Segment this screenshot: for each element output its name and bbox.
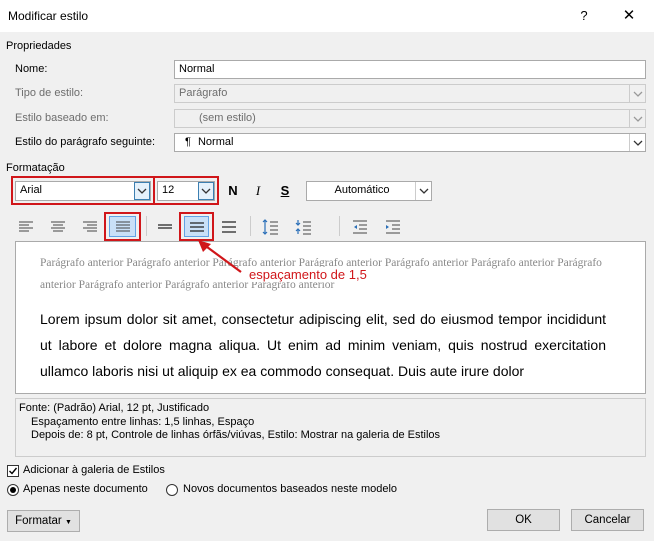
based-on-value: (sem estilo)	[199, 112, 256, 124]
toolbar-divider	[250, 216, 251, 236]
title-bar: Modificar estilo ? ✕	[0, 0, 654, 32]
window-title: Modificar estilo	[8, 9, 89, 23]
style-description: Fonte: (Padrão) Arial, 12 pt, Justificad…	[15, 398, 646, 457]
size-select[interactable]: 12	[157, 181, 215, 201]
only-doc-radio[interactable]	[7, 484, 19, 496]
help-button[interactable]: ?	[572, 5, 596, 27]
description-line-3: Depois de: 8 pt, Controle de linhas órfã…	[31, 429, 441, 441]
toolbar-divider	[339, 216, 340, 236]
size-value: 12	[162, 184, 175, 196]
increase-spacing-icon[interactable]	[260, 217, 280, 237]
add-gallery-checkbox[interactable]	[7, 465, 19, 477]
format-button-label: Formatar	[15, 515, 62, 527]
based-on-label: Estilo baseado em:	[15, 112, 109, 124]
font-color-select[interactable]: Automático	[306, 181, 432, 201]
dropdown-triangle-icon: ▼	[64, 519, 72, 526]
preview-main-text: Lorem ipsum dolor sit amet, consectetur …	[40, 311, 606, 379]
justify-button[interactable]	[109, 216, 136, 237]
ok-button[interactable]: OK	[487, 509, 560, 531]
next-style-value: Normal	[197, 136, 234, 148]
underline-button[interactable]: S	[276, 182, 294, 200]
toolbar-divider	[146, 216, 147, 236]
formatting-section-label: Formatação	[6, 162, 65, 174]
chevron-down-icon	[134, 182, 150, 200]
radio-dot	[10, 487, 16, 493]
single-spacing-icon[interactable]	[155, 217, 175, 237]
based-on-select: (sem estilo)	[174, 109, 646, 128]
spacing-annotation: espaçamento de 1,5	[249, 267, 367, 282]
align-right-icon[interactable]	[80, 217, 100, 237]
style-type-select: Parágrafo	[174, 84, 646, 103]
close-button[interactable]: ✕	[617, 5, 641, 27]
font-value: Arial	[20, 184, 43, 196]
add-gallery-label[interactable]: Adicionar à galeria de Estilos	[23, 464, 165, 476]
align-center-icon[interactable]	[48, 217, 68, 237]
preview-pane: Parágrafo anterior Parágrafo anterior Pa…	[15, 241, 646, 394]
chevron-down-icon	[629, 85, 645, 102]
style-type-value: Parágrafo	[179, 87, 228, 99]
description-line-2: Espaçamento entre linhas: 1,5 linhas, Es…	[31, 415, 255, 428]
double-spacing-icon[interactable]	[219, 217, 239, 237]
format-button[interactable]: Formatar ▼	[7, 510, 80, 532]
align-justify-icon	[116, 221, 130, 232]
one-half-spacing-button[interactable]	[184, 216, 209, 237]
name-label: Nome:	[15, 63, 47, 75]
only-doc-label[interactable]: Apenas neste documento	[23, 483, 148, 495]
name-label-text: Nome:	[15, 63, 48, 75]
chevron-down-icon	[415, 182, 431, 200]
next-style-label: Estilo do parágrafo seguinte:	[15, 136, 156, 148]
next-style-select[interactable]: ¶ Normal	[174, 133, 646, 152]
bold-button[interactable]: N	[224, 182, 242, 200]
increase-indent-icon[interactable]	[383, 217, 403, 237]
decrease-indent-icon[interactable]	[350, 217, 370, 237]
font-select[interactable]: Arial	[15, 181, 151, 201]
one-half-spacing-icon	[190, 222, 204, 232]
description-line-1: Fonte: (Padrão) Arial, 12 pt, Justificad…	[19, 402, 210, 414]
new-docs-radio[interactable]	[166, 484, 178, 496]
decrease-spacing-icon[interactable]	[293, 217, 313, 237]
style-type-label: Tipo de estilo:	[15, 87, 84, 99]
new-docs-label[interactable]: Novos documentos baseados neste modelo	[183, 483, 397, 495]
annotation-arrow-icon	[198, 240, 242, 273]
chevron-down-icon	[629, 110, 645, 127]
cancel-button[interactable]: Cancelar	[571, 509, 644, 531]
properties-section-label: Propriedades	[6, 40, 72, 52]
chevron-down-icon	[198, 182, 214, 200]
align-left-icon[interactable]	[16, 217, 36, 237]
checkmark-icon	[9, 467, 18, 475]
name-field[interactable]: Normal	[174, 60, 646, 79]
pilcrow-icon: ¶	[185, 136, 191, 148]
font-color-value: Automático	[334, 184, 390, 196]
italic-button[interactable]: I	[249, 182, 267, 200]
chevron-down-icon	[629, 134, 645, 151]
